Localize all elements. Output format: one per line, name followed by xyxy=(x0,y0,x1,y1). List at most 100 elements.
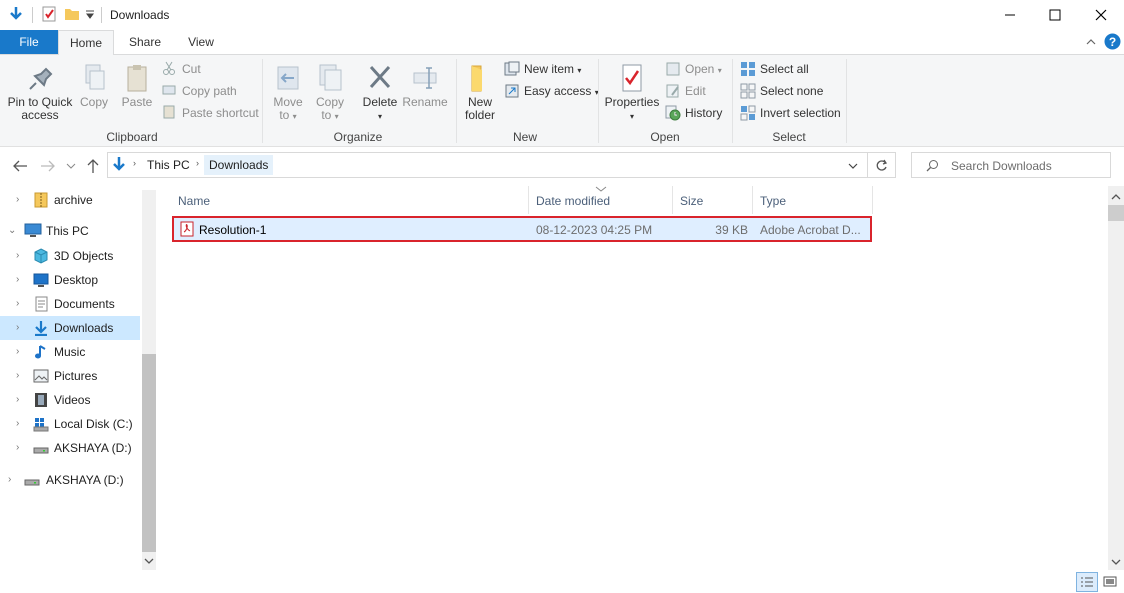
close-icon[interactable] xyxy=(1094,8,1108,22)
details-view-button[interactable] xyxy=(1076,572,1098,592)
table-row[interactable]: Resolution-1 08-12-2023 04:25 PM 39 KB A… xyxy=(172,216,872,242)
copy-path-icon xyxy=(162,85,176,95)
easy-access-button[interactable]: Easy access ▾ xyxy=(504,81,599,101)
invert-selection-button[interactable]: Invert selection xyxy=(740,103,841,123)
up-arrow-icon[interactable] xyxy=(86,158,100,174)
nav-item-akshaya-d-root[interactable]: › AKSHAYA (D:) xyxy=(0,468,140,492)
downloads-arrow-icon[interactable] xyxy=(8,6,24,22)
address-bar[interactable]: › This PC › Downloads xyxy=(107,152,868,178)
new-item-icon xyxy=(504,61,520,76)
nav-item-videos[interactable]: › Videos xyxy=(0,388,140,412)
history-button[interactable]: History xyxy=(665,103,722,123)
breadcrumb-chevron-icon[interactable]: › xyxy=(196,158,199,168)
collapse-ribbon-chevron-icon[interactable] xyxy=(1085,36,1097,48)
scroll-up-arrow-icon[interactable] xyxy=(1111,193,1121,201)
move-to-button[interactable]: Move to ▾ xyxy=(270,63,306,123)
properties-checkmark-icon[interactable] xyxy=(41,6,57,22)
content-scrollbar-thumb[interactable] xyxy=(1108,205,1124,221)
tab-share[interactable]: Share xyxy=(120,30,170,54)
tab-home[interactable]: Home xyxy=(58,30,114,55)
breadcrumb-chevron-icon[interactable]: › xyxy=(133,158,136,168)
nav-scroll-down-arrow-icon[interactable] xyxy=(144,557,154,565)
copy-to-button[interactable]: Copy to ▾ xyxy=(312,63,348,123)
paste-shortcut-button[interactable]: Paste shortcut xyxy=(162,103,259,123)
nav-item-desktop[interactable]: › Desktop xyxy=(0,268,140,292)
delete-button[interactable]: Delete ▾ xyxy=(360,63,400,123)
new-folder-icon xyxy=(471,65,482,92)
address-history-chevron-icon[interactable] xyxy=(848,162,858,170)
expand-chevron-icon[interactable]: › xyxy=(16,364,19,388)
tab-file[interactable]: File xyxy=(0,30,58,54)
nav-item-akshaya-d[interactable]: › AKSHAYA (D:) xyxy=(0,436,140,460)
expand-chevron-icon[interactable]: › xyxy=(16,268,19,292)
expand-chevron-icon[interactable]: › xyxy=(16,244,19,268)
column-header-name[interactable]: Name xyxy=(172,186,528,214)
nav-item-local-disk-c[interactable]: › Local Disk (C:) xyxy=(0,412,140,436)
select-none-button[interactable]: Select none xyxy=(740,81,823,101)
collapse-chevron-icon[interactable]: ⌄ xyxy=(8,219,16,243)
customize-toolbar-dropdown-icon[interactable] xyxy=(85,9,95,19)
minimize-icon[interactable] xyxy=(1003,8,1017,22)
paste-shortcut-icon xyxy=(163,105,175,119)
nav-item-archive[interactable]: › archive xyxy=(0,188,140,212)
cut-button[interactable]: Cut xyxy=(162,59,201,79)
nav-scrollbar-thumb[interactable] xyxy=(142,354,156,552)
expand-chevron-icon[interactable]: › xyxy=(16,292,19,316)
properties-button[interactable]: Properties ▾ xyxy=(604,63,660,123)
nav-item-pictures[interactable]: › Pictures xyxy=(0,364,140,388)
copy-button[interactable]: Copy xyxy=(76,63,112,109)
copy-path-button[interactable]: Copy path xyxy=(162,81,237,101)
help-icon[interactable]: ? xyxy=(1104,33,1121,50)
recent-locations-chevron-icon[interactable] xyxy=(66,162,76,170)
breadcrumb-this-pc[interactable]: This PC xyxy=(147,158,190,172)
select-none-icon xyxy=(740,83,756,99)
group-separator xyxy=(846,59,847,143)
edit-button[interactable]: Edit xyxy=(665,81,706,101)
rename-button[interactable]: Rename xyxy=(402,63,448,109)
breadcrumb-downloads[interactable]: Downloads xyxy=(204,155,274,175)
group-separator xyxy=(456,59,457,143)
select-group-label: Select xyxy=(772,130,806,144)
nav-item-this-pc[interactable]: ⌄ This PC xyxy=(0,219,140,243)
open-button[interactable]: Open ▾ xyxy=(665,59,722,79)
new-item-button[interactable]: New item ▾ xyxy=(504,59,581,79)
scroll-down-arrow-icon[interactable] xyxy=(1111,558,1121,566)
nav-item-downloads[interactable]: › Downloads xyxy=(0,316,140,340)
nav-item-documents[interactable]: › Documents xyxy=(0,292,140,316)
pin-to-quick-access-button[interactable]: Pin to Quick access xyxy=(4,63,76,122)
expand-chevron-icon[interactable]: › xyxy=(16,412,19,436)
clipboard-group-label: Clipboard xyxy=(106,130,158,144)
search-box[interactable]: Search Downloads xyxy=(911,152,1111,178)
nav-item-3d-objects[interactable]: › 3D Objects xyxy=(0,244,140,268)
nav-item-music[interactable]: › Music xyxy=(0,340,140,364)
column-header-size[interactable]: Size xyxy=(674,186,752,214)
expand-chevron-icon[interactable]: › xyxy=(8,468,11,492)
content-scrollbar-track[interactable] xyxy=(1108,186,1124,570)
column-separator[interactable] xyxy=(672,186,673,214)
ribbon: Pin to Quick access Copy Paste Cut Copy … xyxy=(0,55,1124,147)
refresh-button[interactable] xyxy=(868,152,896,178)
expand-chevron-icon[interactable]: › xyxy=(16,436,19,460)
expand-chevron-icon[interactable]: › xyxy=(16,188,19,212)
new-group-label: New xyxy=(512,130,537,144)
paste-button[interactable]: Paste xyxy=(118,63,156,109)
large-icons-view-button[interactable] xyxy=(1100,572,1120,592)
expand-chevron-icon[interactable]: › xyxy=(16,388,19,412)
column-separator[interactable] xyxy=(872,186,873,214)
new-folder-icon[interactable] xyxy=(64,6,80,22)
tab-view[interactable]: View xyxy=(176,30,226,54)
column-separator[interactable] xyxy=(528,186,529,214)
maximize-icon[interactable] xyxy=(1048,8,1062,22)
column-header-date-modified[interactable]: Date modified xyxy=(530,186,672,214)
expand-chevron-icon[interactable]: › xyxy=(16,316,19,340)
column-separator[interactable] xyxy=(752,186,753,214)
rename-icon xyxy=(413,67,437,89)
back-arrow-icon[interactable] xyxy=(12,159,28,173)
expand-chevron-icon[interactable]: › xyxy=(16,340,19,364)
address-row: › This PC › Downloads Search Downloads xyxy=(0,147,1124,185)
column-header-type[interactable]: Type xyxy=(754,186,872,214)
select-all-button[interactable]: Select all xyxy=(740,59,809,79)
videos-film-icon xyxy=(35,393,47,407)
forward-arrow-icon[interactable] xyxy=(40,159,56,173)
new-folder-button[interactable]: New folder xyxy=(460,63,500,122)
